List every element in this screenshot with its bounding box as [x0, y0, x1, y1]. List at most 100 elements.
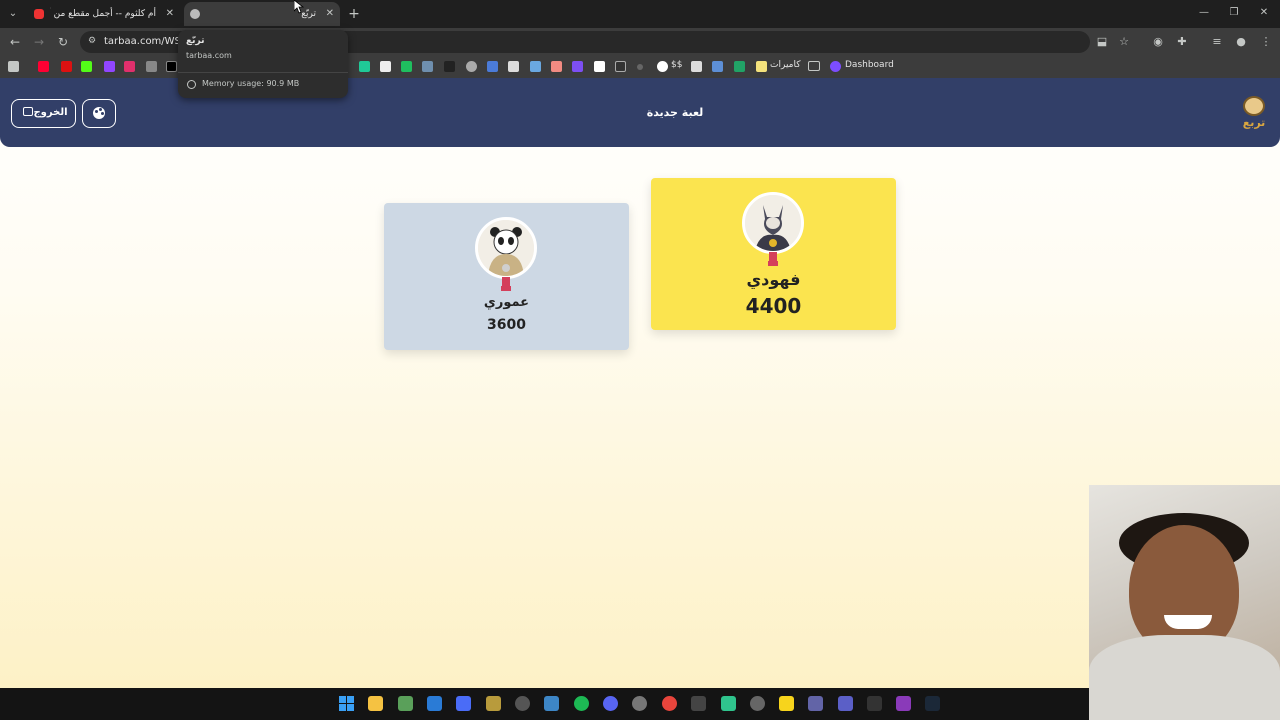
tab-youtube[interactable]: أم كلثوم -- أجمل مقطع من أغنية ✕	[28, 2, 180, 26]
site-info-icon[interactable]: ⚙	[88, 36, 100, 48]
bookmark-icon[interactable]	[466, 61, 477, 72]
bookmark-twitch-icon[interactable]	[104, 61, 115, 72]
tab-strip: ⌄ أم كلثوم -- أجمل مقطع من أغنية ✕ تربّع…	[0, 0, 1280, 28]
mail-icon[interactable]	[427, 696, 442, 711]
bookmark-icon[interactable]	[359, 61, 370, 72]
exit-label: الخروج	[33, 107, 68, 118]
bookmark-amazon-icon[interactable]	[508, 61, 519, 72]
bookmark-icon[interactable]	[637, 64, 643, 70]
hover-card-title: تربّع	[186, 36, 205, 46]
youtube-icon	[34, 9, 44, 19]
panda-character-icon	[478, 220, 534, 276]
extensions-puzzle-icon[interactable]: ✚	[1174, 34, 1190, 50]
discord-icon[interactable]	[603, 696, 618, 711]
taskbar-app-icon[interactable]	[721, 696, 736, 711]
tab-search-button[interactable]: ⌄	[4, 5, 22, 23]
taskbar-app-icon[interactable]	[691, 696, 706, 711]
logout-icon	[23, 107, 34, 116]
taskbar-app-icon[interactable]	[896, 696, 911, 711]
window-close-icon[interactable]: ✕	[1256, 4, 1272, 22]
bookmark-icon[interactable]	[712, 61, 723, 72]
mouse-cursor-icon	[294, 0, 304, 14]
divider	[178, 72, 348, 73]
reload-icon[interactable]: ↻	[54, 33, 72, 51]
bookmark-x-icon[interactable]	[166, 61, 177, 72]
teams-icon[interactable]	[808, 696, 823, 711]
spotify-icon[interactable]	[574, 696, 589, 711]
bookmark-excel-icon[interactable]	[734, 61, 745, 72]
bookmark-icon[interactable]	[444, 61, 455, 72]
new-tab-button[interactable]: +	[346, 4, 362, 24]
taskbar-app-icon[interactable]	[398, 696, 413, 711]
bookmark-icon[interactable]	[756, 61, 767, 72]
bookmark-icon[interactable]	[487, 61, 498, 72]
file-explorer-icon[interactable]	[368, 696, 383, 711]
player-card-first: فهودي 4400	[651, 178, 896, 330]
tab-tarbaa[interactable]: تربّع ✕	[184, 2, 340, 26]
taskbar-app-icon[interactable]	[838, 696, 853, 711]
install-app-icon[interactable]: ⬓	[1094, 34, 1110, 50]
bookmark-icon[interactable]	[830, 61, 841, 72]
menu-kebab-icon[interactable]: ⋮	[1258, 34, 1274, 50]
minimize-icon[interactable]: —	[1196, 4, 1212, 22]
taskbar	[0, 688, 1280, 720]
close-icon[interactable]: ✕	[326, 2, 334, 26]
bookmark-icon[interactable]	[572, 61, 583, 72]
bookmark-icon[interactable]	[146, 61, 157, 72]
apps-grid-icon[interactable]	[8, 61, 19, 72]
taskbar-app-icon[interactable]	[632, 696, 647, 711]
steam-icon[interactable]	[925, 696, 940, 711]
back-arrow-icon[interactable]: ←	[6, 33, 24, 51]
gear-icon	[190, 9, 200, 19]
bookmark-icon[interactable]	[594, 61, 605, 72]
taskbar-app-icon[interactable]	[456, 696, 471, 711]
bookmark-label[interactable]: كاميرات	[770, 60, 801, 70]
player-card-second: عموري 3600	[384, 203, 629, 350]
bookmark-icon[interactable]	[551, 61, 562, 72]
sticky-notes-icon[interactable]	[779, 696, 794, 711]
extension-discord-icon[interactable]: ◉	[1150, 34, 1166, 50]
player-score: 4400	[745, 294, 802, 318]
close-icon[interactable]: ✕	[166, 2, 174, 26]
taskbar-app-icon[interactable]	[867, 696, 882, 711]
taskbar-4k-icon[interactable]	[515, 696, 530, 711]
restore-icon[interactable]: ❐	[1226, 4, 1242, 22]
webcam-hoodie	[1089, 635, 1280, 720]
chrome-icon[interactable]	[662, 696, 677, 711]
bookmark-google-icon[interactable]	[657, 61, 668, 72]
bookmark-label[interactable]: $$	[671, 60, 682, 70]
bookmark-icon[interactable]	[530, 61, 541, 72]
hover-card-domain: tarbaa.com	[186, 51, 232, 60]
bookmark-icon[interactable]	[691, 61, 702, 72]
web-page: الخروج لعبة جديدة تربع فهودي 4400 عموري …	[0, 78, 1280, 688]
bookmark-kick-icon[interactable]	[81, 61, 92, 72]
player-name: فهودي	[746, 270, 801, 289]
bookmark-star-icon[interactable]: ☆	[1116, 34, 1132, 50]
hover-card-memory: Memory usage: 90.9 MB	[202, 79, 300, 88]
bat-character-icon	[745, 195, 801, 251]
bookmark-youtube-icon[interactable]	[38, 61, 49, 72]
bookmark-instagram-icon[interactable]	[124, 61, 135, 72]
webcam-overlay	[1089, 485, 1280, 720]
webcam-smile	[1164, 615, 1212, 629]
shield-icon[interactable]	[544, 696, 559, 711]
taskbar-app-icon[interactable]	[750, 696, 765, 711]
bookmark-label[interactable]: Dashboard	[845, 60, 894, 70]
folder-icon[interactable]	[808, 61, 820, 71]
tab-hover-card: تربّع tarbaa.com Memory usage: 90.9 MB	[178, 30, 348, 98]
media-controls-icon[interactable]: ≡	[1209, 34, 1225, 50]
exit-button[interactable]: الخروج	[11, 99, 76, 128]
bookmark-netflix-icon[interactable]	[61, 61, 72, 72]
avatar	[742, 192, 804, 254]
bookmark-icon[interactable]	[380, 61, 391, 72]
windows-start-icon[interactable]	[339, 696, 354, 711]
avatar	[475, 217, 537, 279]
bookmark-icon[interactable]	[615, 61, 626, 72]
bookmark-icon[interactable]	[422, 61, 433, 72]
forward-arrow-icon[interactable]: →	[30, 33, 48, 51]
theme-button[interactable]	[82, 99, 116, 128]
app-logo[interactable]: تربع	[1238, 96, 1270, 132]
profile-avatar[interactable]: ●	[1233, 34, 1249, 50]
taskbar-app-icon[interactable]	[486, 696, 501, 711]
bookmark-icon[interactable]	[401, 61, 412, 72]
